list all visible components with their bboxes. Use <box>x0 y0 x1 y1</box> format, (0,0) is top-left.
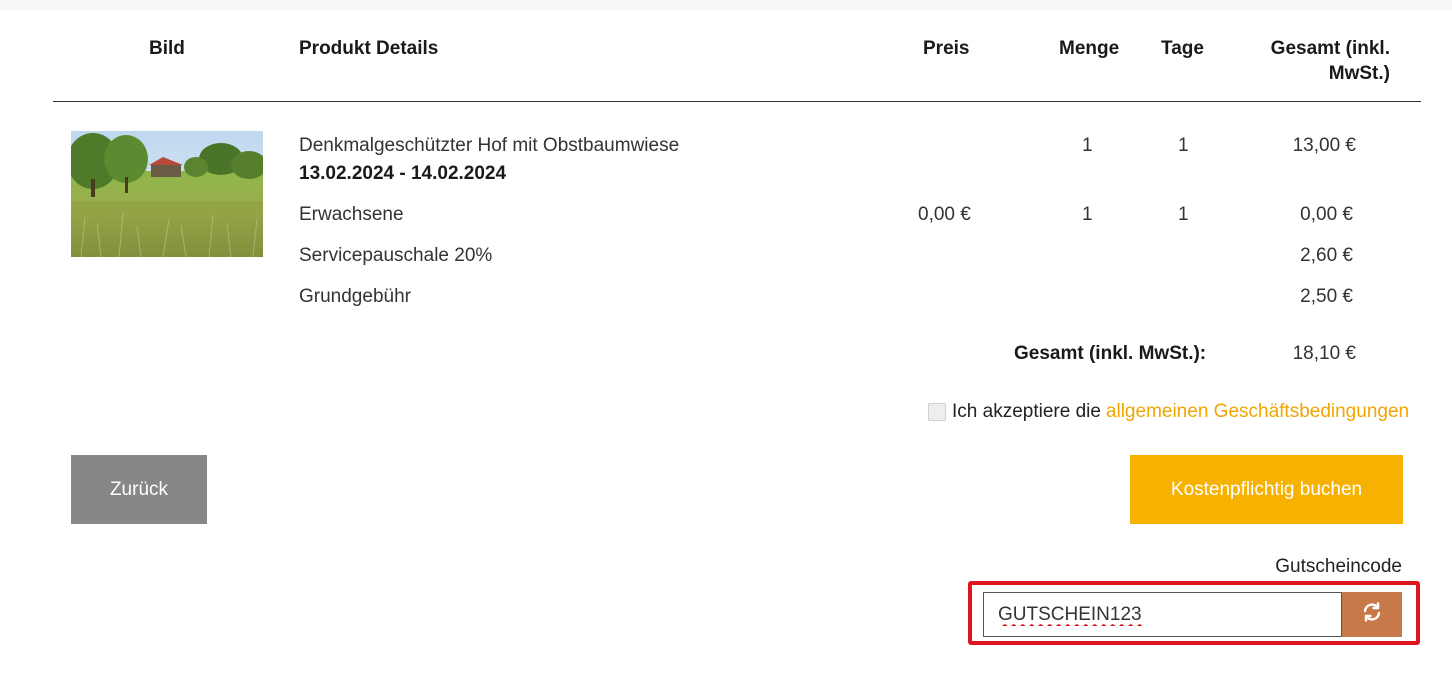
coupon-input[interactable] <box>983 592 1342 637</box>
header-bild: Bild <box>149 38 185 59</box>
book-button[interactable]: Kostenpflichtig buchen <box>1130 455 1403 524</box>
total-value: 18,10 € <box>1292 343 1356 364</box>
line-label: Erwachsene <box>299 204 404 225</box>
line-label: Grundgebühr <box>299 286 411 307</box>
header-tage: Tage <box>1161 38 1204 59</box>
coupon-apply-button[interactable] <box>1342 592 1402 637</box>
product-gesamt: 13,00 € <box>1292 135 1356 156</box>
top-strip <box>0 0 1452 10</box>
terms-row: Ich akzeptiere die allgemeinen Geschäfts… <box>928 400 1409 424</box>
product-dates: 13.02.2024 - 14.02.2024 <box>299 163 507 184</box>
back-button[interactable]: Zurück <box>71 455 207 524</box>
line-gesamt: 2,60 € <box>1300 245 1353 266</box>
product-menge: 1 <box>1082 135 1093 156</box>
line-gesamt: 2,50 € <box>1300 286 1353 307</box>
header-menge: Menge <box>1059 38 1120 59</box>
line-gesamt: 0,00 € <box>1300 204 1353 225</box>
line-label: Servicepauschale 20% <box>299 245 493 266</box>
header-divider <box>53 101 1421 102</box>
header-preis: Preis <box>923 38 970 59</box>
line-preis: 0,00 € <box>918 204 971 225</box>
header-details: Produkt Details <box>299 38 439 59</box>
terms-checkbox[interactable] <box>928 403 946 421</box>
terms-text: Ich akzeptiere die <box>952 401 1101 422</box>
line-tage: 1 <box>1178 204 1189 225</box>
cart-page: Bild Produkt Details Preis Menge Tage Ge… <box>0 0 1452 676</box>
refresh-icon <box>1361 601 1383 628</box>
product-tage: 1 <box>1178 135 1189 156</box>
coupon-label: Gutscheincode <box>1275 556 1402 577</box>
product-image <box>71 131 263 257</box>
total-label: Gesamt (inkl. MwSt.): <box>1014 343 1207 364</box>
line-menge: 1 <box>1082 204 1093 225</box>
terms-link[interactable]: allgemeinen Geschäftsbedingungen <box>1106 401 1409 423</box>
product-name: Denkmalgeschützter Hof mit Obstbaumwiese <box>299 135 680 156</box>
header-gesamt: Gesamt (inkl. MwSt.) <box>1270 38 1390 84</box>
